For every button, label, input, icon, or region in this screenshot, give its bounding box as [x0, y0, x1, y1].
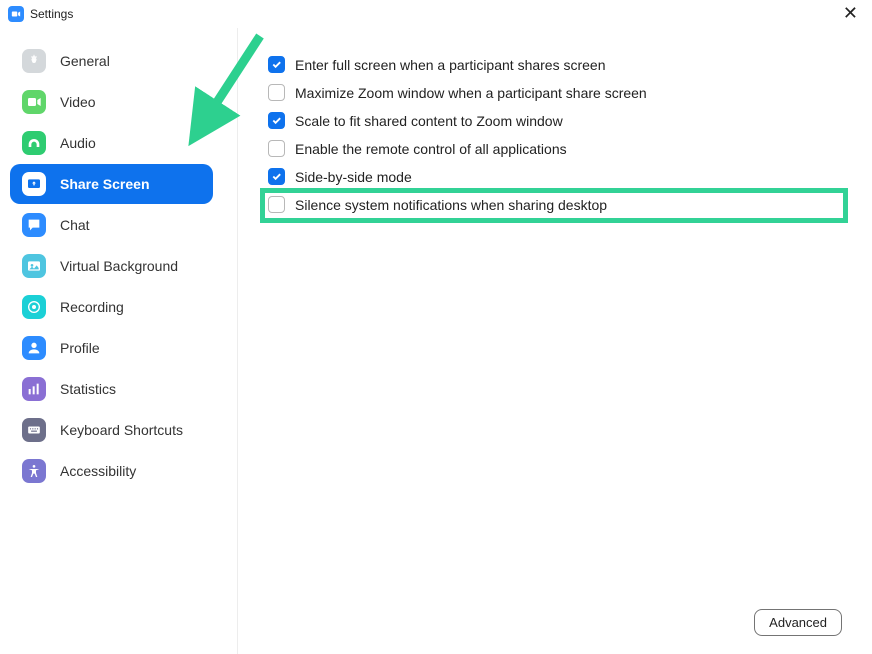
share-icon	[22, 172, 46, 196]
checkbox[interactable]	[268, 168, 285, 185]
sidebar-item-label: Accessibility	[60, 463, 136, 479]
option-label: Maximize Zoom window when a participant …	[295, 85, 647, 101]
zoom-icon	[8, 6, 24, 22]
option-label: Side-by-side mode	[295, 169, 412, 185]
main: General Video Audio Share Screen Chat Vi…	[0, 28, 872, 654]
titlebar: Settings ✕	[0, 0, 872, 28]
close-icon[interactable]: ✕	[839, 3, 862, 24]
sidebar-item-label: Recording	[60, 299, 124, 315]
option-row: Side-by-side mode	[268, 168, 842, 185]
option-row: Enable the remote control of all applica…	[268, 140, 842, 157]
sidebar-item-stats[interactable]: Statistics	[10, 369, 213, 409]
sidebar-item-recording[interactable]: Recording	[10, 287, 213, 327]
video-icon	[22, 90, 46, 114]
sidebar: General Video Audio Share Screen Chat Vi…	[0, 28, 238, 654]
sidebar-item-video[interactable]: Video	[10, 82, 213, 122]
option-label: Silence system notifications when sharin…	[295, 197, 607, 213]
titlebar-left: Settings	[8, 6, 73, 22]
sidebar-item-label: General	[60, 53, 110, 69]
vbg-icon	[22, 254, 46, 278]
sidebar-item-share[interactable]: Share Screen	[10, 164, 213, 204]
profile-icon	[22, 336, 46, 360]
stats-icon	[22, 377, 46, 401]
general-icon	[22, 49, 46, 73]
sidebar-item-audio[interactable]: Audio	[10, 123, 213, 163]
sidebar-item-label: Statistics	[60, 381, 116, 397]
content-pane: Enter full screen when a participant sha…	[238, 28, 872, 654]
keyboard-icon	[22, 418, 46, 442]
chat-icon	[22, 213, 46, 237]
checkbox[interactable]	[268, 84, 285, 101]
sidebar-item-vbg[interactable]: Virtual Background	[10, 246, 213, 286]
option-row: Silence system notifications when sharin…	[268, 196, 842, 213]
option-label: Scale to fit shared content to Zoom wind…	[295, 113, 563, 129]
option-row: Scale to fit shared content to Zoom wind…	[268, 112, 842, 129]
accessibility-icon	[22, 459, 46, 483]
sidebar-item-label: Virtual Background	[60, 258, 178, 274]
sidebar-item-label: Profile	[60, 340, 100, 356]
sidebar-item-label: Audio	[60, 135, 96, 151]
sidebar-item-chat[interactable]: Chat	[10, 205, 213, 245]
sidebar-item-accessibility[interactable]: Accessibility	[10, 451, 213, 491]
audio-icon	[22, 131, 46, 155]
sidebar-item-profile[interactable]: Profile	[10, 328, 213, 368]
option-row: Maximize Zoom window when a participant …	[268, 84, 842, 101]
checkbox[interactable]	[268, 196, 285, 213]
sidebar-item-general[interactable]: General	[10, 41, 213, 81]
options-list: Enter full screen when a participant sha…	[268, 56, 842, 213]
sidebar-item-keyboard[interactable]: Keyboard Shortcuts	[10, 410, 213, 450]
option-label: Enter full screen when a participant sha…	[295, 57, 606, 73]
sidebar-item-label: Video	[60, 94, 96, 110]
sidebar-item-label: Keyboard Shortcuts	[60, 422, 183, 438]
checkbox[interactable]	[268, 140, 285, 157]
option-row: Enter full screen when a participant sha…	[268, 56, 842, 73]
advanced-button[interactable]: Advanced	[754, 609, 842, 636]
recording-icon	[22, 295, 46, 319]
checkbox[interactable]	[268, 56, 285, 73]
window-title: Settings	[30, 7, 73, 21]
option-label: Enable the remote control of all applica…	[295, 141, 567, 157]
sidebar-item-label: Share Screen	[60, 176, 150, 192]
sidebar-item-label: Chat	[60, 217, 90, 233]
checkbox[interactable]	[268, 112, 285, 129]
